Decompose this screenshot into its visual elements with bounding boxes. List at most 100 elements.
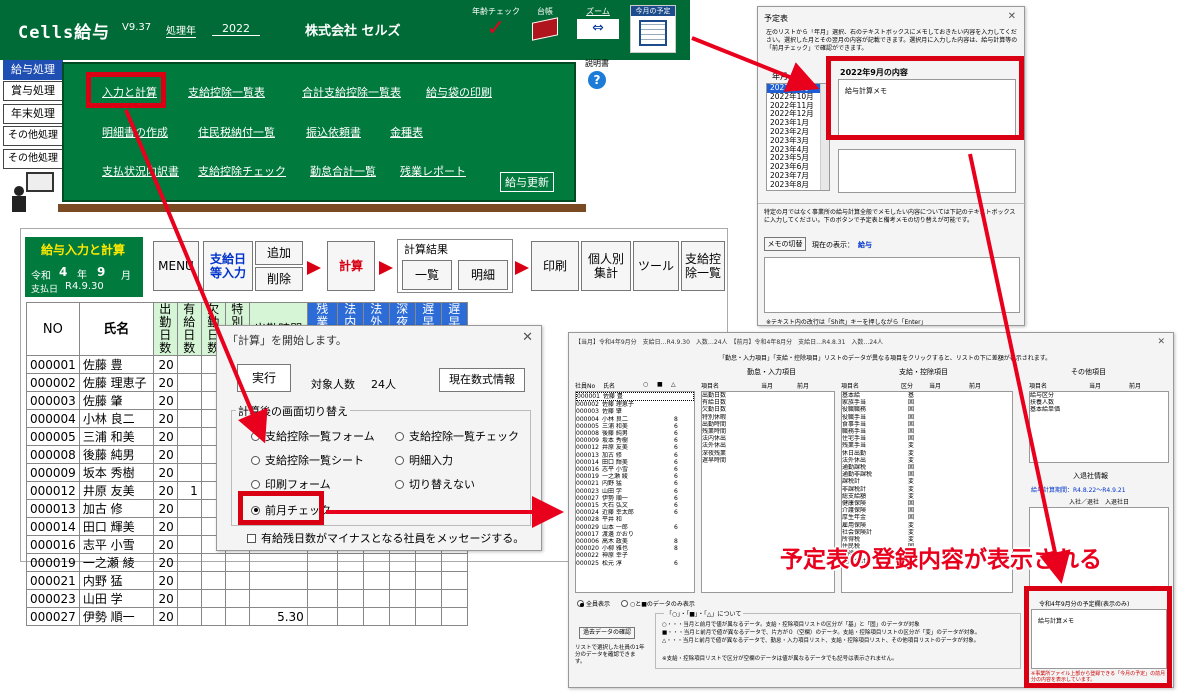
attendance-list-item[interactable]: 法外休出 xyxy=(702,442,834,449)
table-cell[interactable]: 20 xyxy=(152,535,178,554)
table-cell[interactable]: 000009 xyxy=(26,463,80,482)
result-list-button[interactable]: 一覧 xyxy=(402,260,452,290)
table-cell[interactable] xyxy=(414,571,442,590)
pay-list-item[interactable]: 非課税計 変 xyxy=(842,486,1012,493)
table-cell[interactable] xyxy=(306,571,338,590)
month-plan-button[interactable]: 今月の予定 xyxy=(630,5,676,53)
table-row[interactable]: 000023 山田 学 20 xyxy=(26,589,468,608)
table-cell[interactable]: 伊勢 順一 xyxy=(78,607,154,626)
past-data-button[interactable]: 過去データの確認 xyxy=(579,627,635,639)
table-cell[interactable]: 20 xyxy=(152,607,178,626)
table-cell[interactable]: 加古 修 xyxy=(78,499,154,518)
table-cell[interactable]: 000013 xyxy=(26,499,80,518)
pay-list-item[interactable]: 役職手当 固 xyxy=(842,414,1012,421)
table-cell[interactable]: 000021 xyxy=(26,571,80,590)
table-cell[interactable] xyxy=(200,553,226,572)
menu-total-list[interactable]: 合計支給控除一覧表 xyxy=(302,84,401,100)
employee-list-item[interactable]: 000020 小柳 雅也 8 xyxy=(576,545,694,552)
table-cell[interactable]: 000014 xyxy=(26,517,80,536)
menu-button[interactable]: MENU xyxy=(153,241,199,291)
employee-list-item[interactable]: 000006 高木 政美 8 xyxy=(576,538,694,545)
table-cell[interactable] xyxy=(388,571,416,590)
radio-marked-only[interactable]: ○と■のデータのみ表示 xyxy=(621,599,695,608)
pay-list-item[interactable]: 介護保険 固 xyxy=(842,507,1012,514)
table-cell[interactable]: 佐藤 理恵子 xyxy=(78,373,154,392)
table-cell[interactable]: 内野 猛 xyxy=(78,571,154,590)
menu-resident-tax[interactable]: 住民税納付一覧 xyxy=(198,124,275,140)
employee-list-item[interactable]: 000001 佐藤 豊 xyxy=(576,392,694,402)
menu-input-calc[interactable]: 入力と計算 xyxy=(102,84,157,100)
pay-list-item[interactable]: 基本給 基 xyxy=(842,392,1012,399)
tools-button[interactable]: ツール xyxy=(633,241,679,291)
delete-button[interactable]: 削除 xyxy=(255,267,303,291)
table-cell[interactable] xyxy=(388,607,416,626)
table-cell[interactable] xyxy=(176,535,202,554)
table-cell[interactable]: 000027 xyxy=(26,607,80,626)
table-cell[interactable]: 000016 xyxy=(26,535,80,554)
employee-list[interactable]: 000001 佐藤 豊 000002 佐藤 理恵子 000003 佐藤 肇 000004 小林… xyxy=(575,391,695,593)
employee-list-item[interactable]: 000012 井原 友美 6 xyxy=(576,444,694,451)
table-cell[interactable] xyxy=(176,355,202,374)
table-cell[interactable]: 000004 xyxy=(26,409,80,428)
year-value[interactable]: 2022 xyxy=(212,22,260,36)
table-cell[interactable]: 一之瀬 綾 xyxy=(78,553,154,572)
table-cell[interactable] xyxy=(200,589,226,608)
table-cell[interactable] xyxy=(336,571,364,590)
table-cell[interactable] xyxy=(176,463,202,482)
side-menu-bonus[interactable]: 賞与処理 xyxy=(3,81,63,101)
pay-list-item[interactable]: 社会保険計 変 xyxy=(842,529,1012,536)
pay-list-item[interactable]: 雇用保険 変 xyxy=(842,522,1012,529)
pay-list-item[interactable]: 法外休出 変 xyxy=(842,457,1012,464)
table-cell[interactable]: 20 xyxy=(152,517,178,536)
help-button[interactable]: 説明書 ? xyxy=(585,58,609,89)
table-cell[interactable] xyxy=(200,607,226,626)
formula-info-button[interactable]: 現在数式情報 xyxy=(439,368,525,392)
table-cell[interactable]: 佐藤 肇 xyxy=(78,391,154,410)
table-cell[interactable] xyxy=(362,589,390,608)
employee-list-item[interactable]: 000014 田口 輝美 6 xyxy=(576,459,694,466)
age-check-button[interactable]: 年齢チェック ✓ xyxy=(470,6,522,41)
employee-list-item[interactable]: 000009 坂本 秀樹 6 xyxy=(576,437,694,444)
attendance-list-item[interactable]: 遅早時間 xyxy=(702,457,834,464)
table-cell[interactable]: 5.30 xyxy=(248,607,308,626)
calc-button[interactable]: 計算 xyxy=(327,241,375,291)
table-cell[interactable] xyxy=(176,391,202,410)
table-cell[interactable]: 小林 良二 xyxy=(78,409,154,428)
employee-list-item[interactable]: 000029 山本 一郎 6 xyxy=(576,524,694,531)
attendance-list-item[interactable]: 深夜残業 xyxy=(702,450,834,457)
employee-list-item[interactable]: 000025 松元 淳 6 xyxy=(576,560,694,567)
table-cell[interactable] xyxy=(336,607,364,626)
menu-payment-status[interactable]: 支払状況内訳書 xyxy=(102,163,179,179)
table-cell[interactable] xyxy=(306,589,338,608)
table-cell[interactable]: 20 xyxy=(152,355,178,374)
side-menu-other-a[interactable]: その他処理 A xyxy=(3,126,63,159)
employee-list-item[interactable]: 000027 伊勢 順一 6 xyxy=(576,495,694,502)
table-cell[interactable] xyxy=(176,553,202,572)
table-cell[interactable]: 000002 xyxy=(26,373,80,392)
menu-pay-deduct-list[interactable]: 支給控除一覧表 xyxy=(188,84,265,100)
menu-denomination[interactable]: 金種表 xyxy=(390,124,423,140)
menu-overtime-report[interactable]: 残業レポート xyxy=(400,163,466,179)
table-cell[interactable]: 20 xyxy=(152,553,178,572)
employee-list-item[interactable]: 000005 三浦 和美 6 xyxy=(576,423,694,430)
menu-pay-check[interactable]: 支給控除チェック xyxy=(198,163,286,179)
employee-list-item[interactable]: 000013 加古 修 6 xyxy=(576,452,694,459)
employee-list-item[interactable]: 000008 後藤 純男 6 xyxy=(576,430,694,437)
attendance-list-item[interactable]: 出勤時間 xyxy=(702,421,834,428)
table-cell[interactable]: 佐藤 豊 xyxy=(78,355,154,374)
side-menu-other-b[interactable]: その他処理 B xyxy=(3,149,63,182)
table-cell[interactable] xyxy=(176,607,202,626)
employee-list-item[interactable]: 000022 神原 幸子 xyxy=(576,552,694,559)
update-button[interactable]: 給与更新 xyxy=(500,172,554,192)
table-cell[interactable] xyxy=(176,445,202,464)
table-cell[interactable] xyxy=(248,553,308,572)
table-cell[interactable]: 000019 xyxy=(26,553,80,572)
table-cell[interactable] xyxy=(176,589,202,608)
next-month-textbox[interactable] xyxy=(838,149,1016,193)
table-cell[interactable] xyxy=(388,553,416,572)
table-cell[interactable] xyxy=(414,607,442,626)
memo-textbox[interactable]: 給与計算メモ xyxy=(838,79,1016,137)
employee-list-item[interactable]: 000017 渡邊 かおり xyxy=(576,531,694,538)
table-cell[interactable] xyxy=(414,589,442,608)
table-cell[interactable]: 田口 輝美 xyxy=(78,517,154,536)
